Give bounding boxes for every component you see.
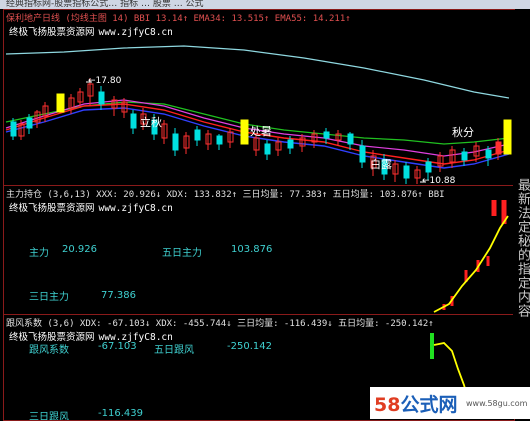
wuri-zhuli-name-label: 五日主力 [162,248,202,259]
term-label-chushu: 处暑 [250,125,272,138]
candle [111,96,118,116]
candle [216,134,223,150]
logo-text: 58公式网 [374,394,458,416]
high-price-annotation: ←17.80 [88,76,122,86]
zhuli-value-label: 20.926 [62,244,97,255]
candle [56,93,65,113]
candle [183,132,190,154]
sanri-zhuli-value-label: 77.386 [101,290,136,301]
candle [503,119,512,155]
term-label-qiufen: 秋分 [452,126,474,139]
window-title: 经典指标网-股票指标公式… 指标 … 股票 … 公式 [6,0,204,9]
candle [98,86,105,110]
candle [194,126,201,146]
sanri-zhuli-name-label: 三日主力 [29,292,69,303]
candle [227,128,234,148]
term-label-liqiu: 立秋 [140,116,162,129]
candle [347,132,354,150]
candle [461,148,468,166]
site-logo[interactable]: 58公式网 www.58gu.com [370,387,530,419]
candle [449,146,456,168]
price-chart-svg[interactable] [4,10,514,186]
candle [403,162,410,184]
logo-url: www.58gu.com [466,399,528,408]
wuri-genfeng-name-label: 五日跟风 [154,345,194,356]
candle [359,140,366,168]
term-label-bailu: 白露 [370,158,392,171]
candle [335,130,342,146]
zhuli-name-label: 主力 [29,248,49,259]
sanri-genfeng-name-label: 三日跟风 [29,412,69,421]
ma-cyan-line [5,45,510,99]
sanri-genfeng-value-label: -116.439 [98,408,143,419]
wuri-zhuli-value-label: 103.876 [231,244,273,255]
candle [161,120,168,144]
window-title-bar: 经典指标网-股票指标公式… 指标 … 股票 … 公式 [0,0,530,9]
candle [205,130,212,150]
genfeng-value-label: -67.103 [98,341,137,352]
zhuli-indicator-panel[interactable]: 主力持仓 (3,6,13) XXX: 20.926↓ XDX: 133.832↑… [3,185,515,316]
candle [172,128,179,156]
genfeng-name-label: 跟风系数 [29,345,69,356]
candle [414,166,421,184]
candle [240,119,249,145]
candle [392,160,399,182]
main-chart-panel[interactable]: 保利地产日线 (均线主图 14) BBI 13.14↑ EMA34: 13.51… [3,9,515,187]
candle [42,102,49,122]
right-sidebar-text: 最新法定秘的指定内容 [515,178,530,318]
zhuli-yellow-curve [433,215,509,313]
wuri-genfeng-value-label: -250.142 [227,341,272,352]
candle [130,110,137,134]
right-sidebar: 最新法定秘的指定内容 [513,10,530,419]
candle [264,140,271,160]
